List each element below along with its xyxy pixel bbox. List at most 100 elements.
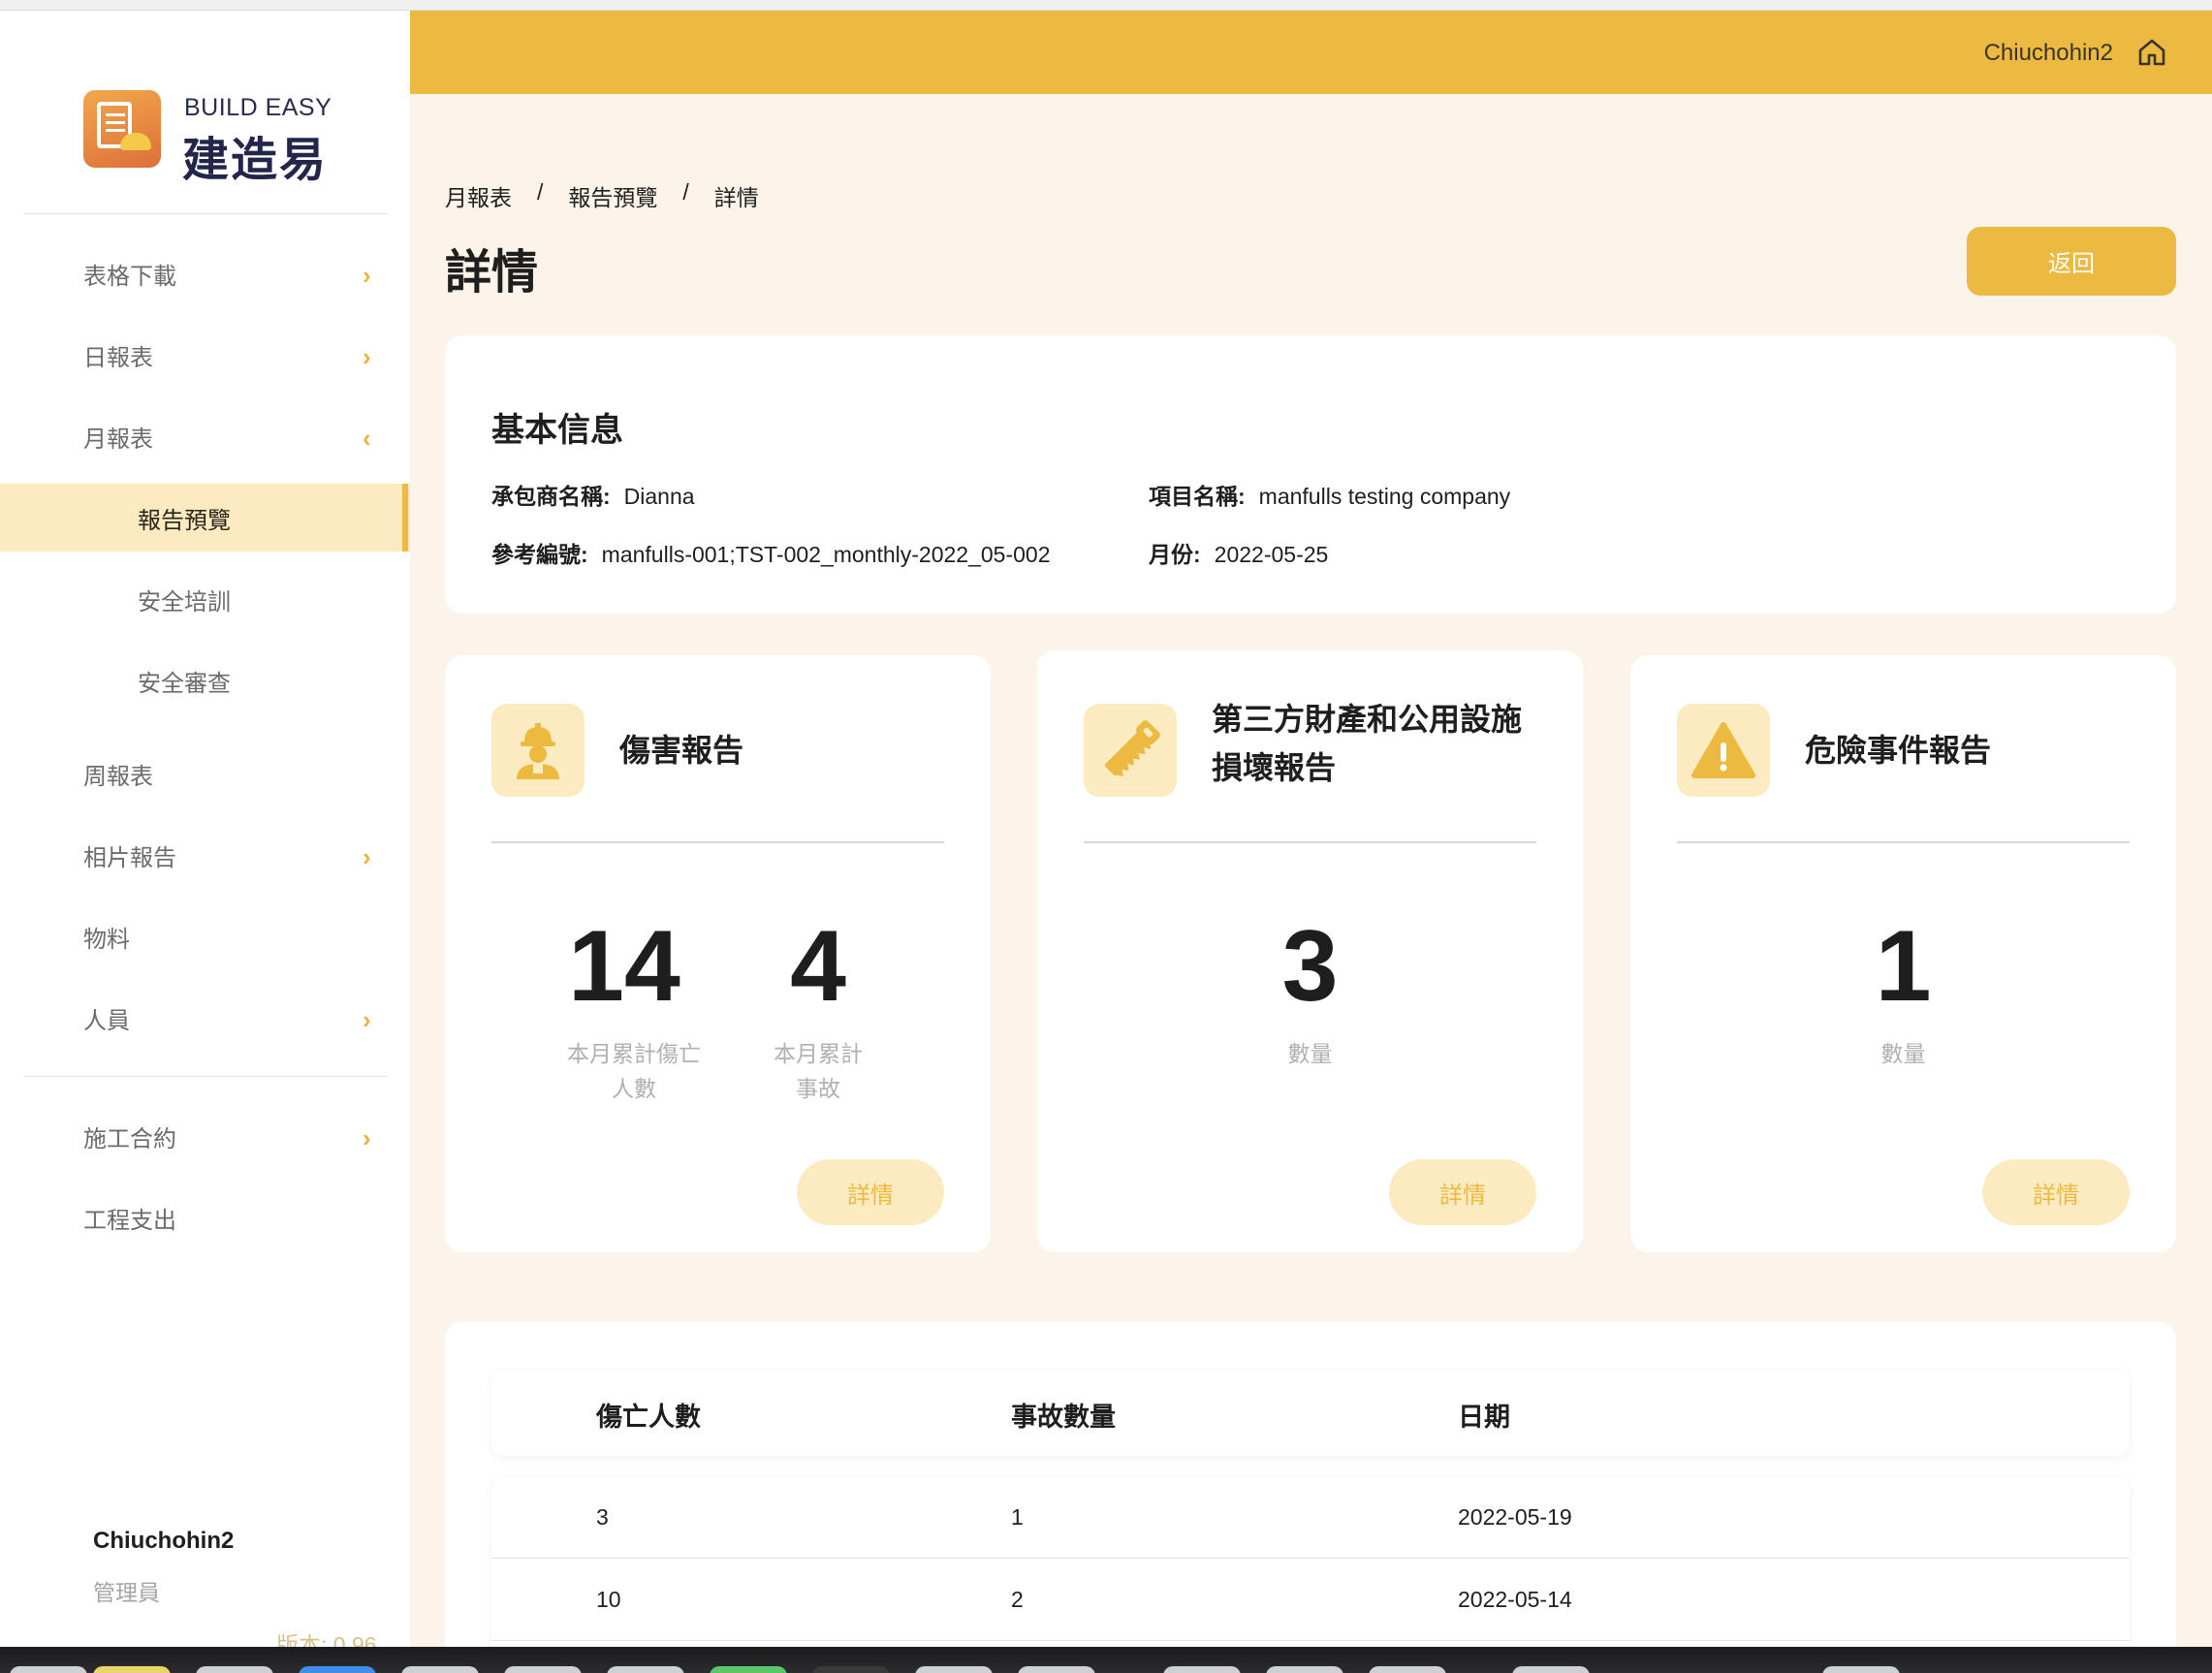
sidebar-item-daily-report[interactable]: 日報表 › (0, 321, 410, 389)
app-logo (83, 90, 161, 168)
breadcrumb-separator: / (682, 179, 689, 205)
sidebar-item-materials[interactable]: 物料 (0, 902, 410, 970)
sidebar-divider (23, 213, 388, 214)
casualty-caption: 本月累計傷亡 人數 (567, 1041, 701, 1101)
month-row: 月份: 2022-05-25 (1149, 536, 1328, 569)
breadcrumb: 月報表 / 報告預覽 / 詳情 (445, 179, 784, 212)
dock-app[interactable] (812, 1666, 890, 1673)
sidebar-item-expenses[interactable]: 工程支出 (0, 1184, 410, 1251)
sidebar-item-label: 月報表 (83, 426, 153, 453)
accident-caption: 本月累計 事故 (774, 1041, 863, 1101)
table-body: 3 1 2022-05-19 10 2 2022-05-14 (491, 1477, 2130, 1647)
card-separator (491, 841, 944, 843)
reference-row: 參考編號: manfulls-001;TST-002_monthly-2022_0… (491, 536, 1051, 569)
property-damage-count: 3 (1281, 910, 1339, 1023)
dock-app[interactable] (1369, 1666, 1446, 1673)
sidebar-item-label: 安全培訓 (138, 588, 231, 616)
worker-icon (491, 704, 585, 797)
sidebar-item-label: 周報表 (83, 763, 153, 790)
cell-casualties: 10 (596, 1587, 621, 1612)
injury-detail-button[interactable]: 詳情 (797, 1159, 944, 1225)
breadcrumb-monthly[interactable]: 月報表 (445, 179, 512, 212)
contractor-label: 承包商名稱: (491, 484, 611, 509)
chevron-right-icon: › (363, 1005, 371, 1034)
dangerous-event-card: 危險事件報告 1 數量 詳情 (1630, 655, 2176, 1252)
cell-accidents: 2 (1011, 1587, 1024, 1612)
property-damage-detail-button[interactable]: 詳情 (1389, 1159, 1536, 1225)
breadcrumb-separator: / (537, 179, 544, 205)
top-bar: Chiuchohin2 (410, 11, 2212, 94)
dock-app[interactable] (607, 1666, 684, 1673)
basic-info-title: 基本信息 (491, 412, 623, 449)
chevron-right-icon: › (363, 1123, 371, 1152)
main-content: Chiuchohin2 月報表 / 報告預覽 / 詳情 詳情 返回 基本信息 承… (410, 11, 2212, 1647)
dock-app[interactable] (1512, 1666, 1590, 1673)
dangerous-event-caption: 數量 (1880, 1041, 1926, 1066)
sidebar-item-safety-training[interactable]: 安全培訓 (0, 565, 410, 633)
column-header-accidents[interactable]: 事故數量 (1011, 1396, 1116, 1434)
breadcrumb-preview[interactable]: 報告預覽 (568, 179, 657, 212)
dock-app[interactable] (1018, 1666, 1095, 1673)
header-user-name[interactable]: Chiuchohin2 (1984, 40, 2113, 67)
sidebar-item-contracts[interactable]: 施工合約 › (0, 1102, 410, 1170)
injury-report-card: 傷害報告 14 4 本月累計傷亡 人數 本月累計 事故 詳情 (445, 655, 991, 1252)
column-header-date[interactable]: 日期 (1458, 1396, 1510, 1434)
dock-app[interactable] (93, 1666, 171, 1673)
dock-app[interactable] (401, 1666, 479, 1673)
home-icon[interactable] (2136, 37, 2167, 68)
sidebar-item-monthly-report[interactable]: 月報表 ‹ (0, 402, 410, 470)
month-label: 月份: (1149, 542, 1201, 567)
reference-label: 參考編號: (491, 542, 588, 567)
basic-info-card: 基本信息 承包商名稱: Dianna 項目名稱: manfulls testing … (445, 335, 2176, 614)
cell-accidents: 1 (1011, 1504, 1024, 1530)
back-button[interactable]: 返回 (1967, 227, 2176, 296)
window-top-edge (0, 0, 2212, 11)
sidebar-item-label: 工程支出 (83, 1207, 176, 1234)
contractor-row: 承包商名稱: Dianna (491, 478, 695, 511)
sidebar-item-label: 相片報告 (83, 844, 176, 871)
property-damage-card: 第三方財產和公用設施 損壞報告 3 數量 詳情 (1037, 650, 1583, 1252)
card-separator (1084, 841, 1536, 843)
table-row[interactable]: 10 2 2022-05-14 (491, 1560, 2130, 1641)
card-separator (1677, 841, 2130, 843)
sidebar-item-label: 物料 (83, 926, 130, 953)
dock-app[interactable] (196, 1666, 273, 1673)
dock-app[interactable] (504, 1666, 582, 1673)
sidebar-item-photo-report[interactable]: 相片報告 › (0, 821, 410, 889)
property-damage-caption: 數量 (1287, 1041, 1333, 1066)
sidebar-item-label: 報告預覽 (138, 507, 231, 534)
dock-app[interactable] (1266, 1666, 1343, 1673)
breadcrumb-current: 詳情 (713, 185, 759, 210)
sidebar-item-form-download[interactable]: 表格下載 › (0, 239, 410, 307)
dock-app[interactable] (1163, 1666, 1241, 1673)
brand-name-en: BUILD EASY (184, 94, 332, 121)
dangerous-event-detail-button[interactable]: 詳情 (1982, 1159, 2130, 1225)
dock-app[interactable] (10, 1666, 87, 1673)
sidebar-item-label: 施工合約 (83, 1125, 176, 1152)
dock-app[interactable] (299, 1666, 376, 1673)
property-damage-title: 第三方財產和公用設施 損壞報告 (1212, 702, 1523, 785)
warning-icon (1677, 704, 1770, 797)
dock-app[interactable] (915, 1666, 993, 1673)
brand-name-zh: 建造易 (182, 135, 329, 186)
user-role: 管理員 (93, 1580, 160, 1605)
dock-app[interactable] (710, 1666, 787, 1673)
cell-date: 2022-05-19 (1458, 1504, 1572, 1530)
sidebar-item-label: 表格下載 (83, 263, 176, 290)
user-name: Chiuchohin2 (93, 1528, 235, 1554)
chevron-right-icon: › (363, 342, 371, 371)
column-header-casualties[interactable]: 傷亡人數 (596, 1396, 701, 1434)
chevron-left-icon: ‹ (363, 424, 371, 453)
cell-casualties: 3 (596, 1504, 609, 1530)
sidebar-item-personnel[interactable]: 人員 › (0, 984, 410, 1052)
sidebar-item-weekly-report[interactable]: 周報表 (0, 740, 410, 807)
sidebar: BUILD EASY 建造易 表格下載 › 日報表 › 月報表 ‹ 報告預覽 安… (0, 11, 410, 1657)
sidebar-item-safety-review[interactable]: 安全審查 (0, 647, 410, 714)
sidebar-item-report-preview[interactable]: 報告預覽 (0, 484, 410, 552)
table-row[interactable]: 3 1 2022-05-19 (491, 1477, 2130, 1559)
dock-app[interactable] (1822, 1666, 1900, 1673)
sidebar-divider (23, 1076, 388, 1077)
contractor-value: Dianna (623, 484, 695, 509)
dangerous-event-count: 1 (1875, 910, 1932, 1023)
dangerous-event-title: 危險事件報告 (1805, 733, 1992, 768)
